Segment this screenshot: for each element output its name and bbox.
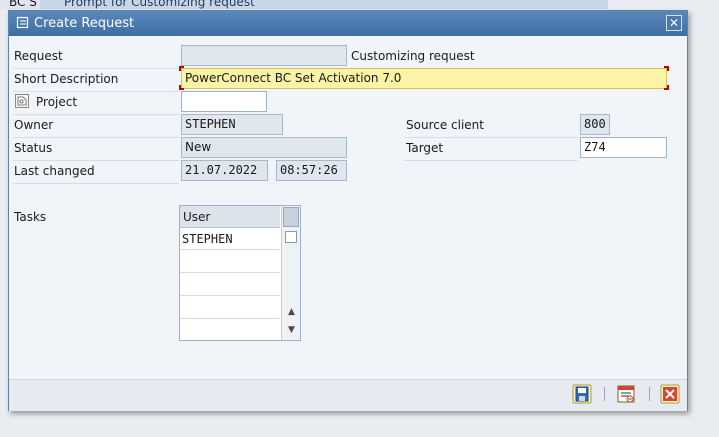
short-description-input[interactable]: PowerConnect BC Set Activation 7.0: [181, 68, 667, 89]
source-client-field: 800: [580, 114, 610, 135]
owner-label: Owner: [14, 118, 54, 132]
dialog-title: Create Request: [34, 16, 135, 31]
owner-field: STEPHEN: [181, 114, 283, 135]
list-options-icon[interactable]: [616, 384, 636, 404]
select-all-button[interactable]: [283, 207, 299, 227]
create-request-icon: [16, 16, 29, 29]
focus-corner: [664, 85, 669, 90]
table-row[interactable]: [180, 251, 280, 273]
user-column-header[interactable]: User: [180, 206, 280, 228]
separator: [649, 387, 650, 401]
divider: [13, 114, 179, 115]
divider: [404, 160, 578, 161]
create-request-dialog: Create Request ✕ Request Customizing req…: [8, 10, 688, 411]
table-row[interactable]: [180, 297, 280, 319]
divider: [13, 160, 179, 161]
divider: [13, 68, 179, 69]
project-icon[interactable]: [15, 94, 29, 108]
divider: [13, 91, 179, 92]
last-changed-label: Last changed: [14, 164, 95, 178]
target-label: Target: [406, 141, 444, 155]
table-row[interactable]: [180, 318, 280, 340]
separator: [604, 387, 605, 401]
divider: [13, 137, 179, 138]
divider: [13, 183, 179, 184]
row-select-checkbox[interactable]: [285, 231, 297, 243]
request-field[interactable]: [181, 45, 347, 66]
target-input[interactable]: Z74: [580, 137, 667, 158]
focus-corner: [664, 66, 669, 71]
table-row[interactable]: [180, 274, 280, 296]
background-title: BC S: [9, 0, 37, 9]
request-label: Request: [14, 49, 63, 63]
background-prompt-window: Prompt for Customizing request: [40, 0, 608, 9]
tasks-label: Tasks: [14, 210, 47, 224]
cancel-icon[interactable]: [660, 384, 680, 404]
status-label: Status: [14, 141, 53, 155]
dialog-titlebar: Create Request ✕: [9, 11, 687, 36]
tasks-table: User STEPHEN ▲ ▼: [179, 205, 301, 341]
scroll-down-icon[interactable]: ▼: [282, 322, 301, 338]
last-changed-date: 21.07.2022: [181, 160, 268, 181]
focus-corner: [179, 66, 184, 71]
request-type-text: Customizing request: [351, 49, 475, 63]
background-prompt-title: Prompt for Customizing request: [64, 0, 255, 9]
project-input[interactable]: [181, 91, 267, 112]
close-icon[interactable]: ✕: [666, 15, 682, 31]
save-icon[interactable]: [572, 384, 592, 404]
divider: [404, 137, 578, 138]
short-description-label: Short Description: [14, 72, 119, 86]
table-row[interactable]: STEPHEN: [180, 228, 280, 250]
source-client-label: Source client: [406, 118, 484, 132]
status-field: New: [181, 137, 347, 158]
last-changed-time: 08:57:26: [276, 160, 347, 181]
table-scrollbar[interactable]: ▲ ▼: [281, 206, 300, 340]
scroll-up-icon[interactable]: ▲: [282, 304, 301, 320]
project-label: Project: [36, 95, 78, 109]
focus-corner: [179, 85, 184, 90]
